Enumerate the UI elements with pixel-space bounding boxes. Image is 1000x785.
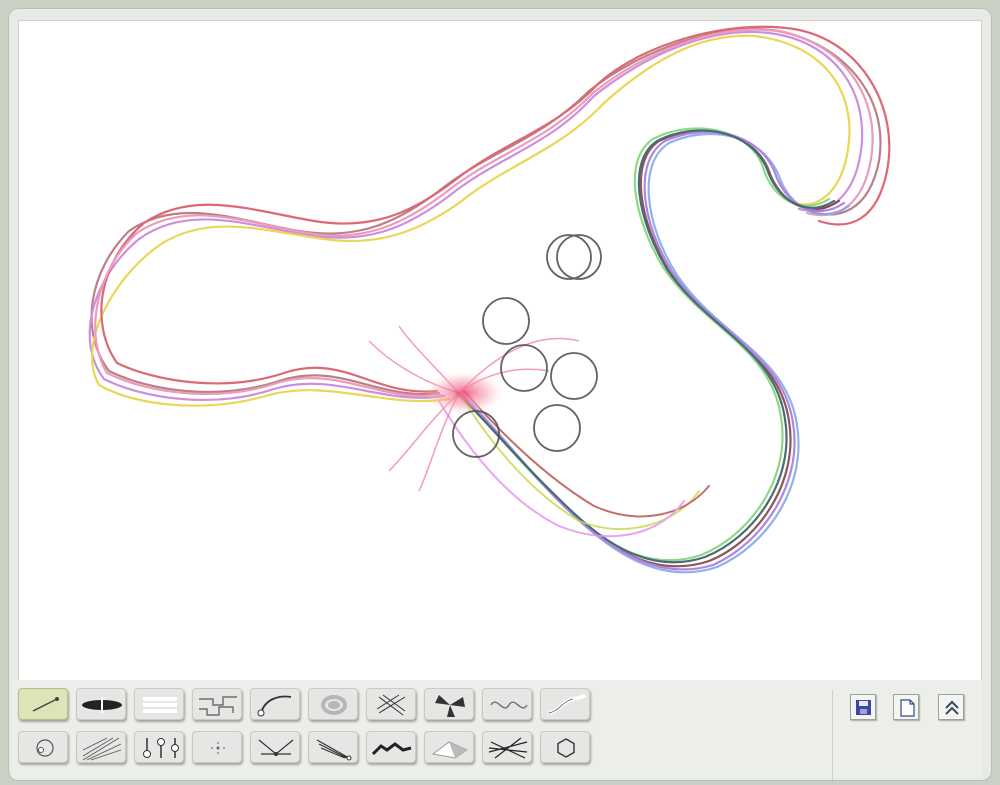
new-page-icon xyxy=(900,699,915,717)
blur-ring-icon xyxy=(321,695,347,715)
web-brush-icon xyxy=(82,737,122,761)
tool-ribbon-button[interactable] xyxy=(540,688,590,720)
tool-terrain-button[interactable] xyxy=(366,731,416,763)
rays-brush-icon xyxy=(316,739,352,761)
spiral-brush-icon xyxy=(36,739,54,757)
floppy-disk-icon xyxy=(856,700,871,715)
collapse-button[interactable] xyxy=(938,694,964,720)
circuit-icon xyxy=(199,696,237,716)
new-page-button[interactable] xyxy=(893,694,919,720)
tool-cross-hatch-button[interactable] xyxy=(366,688,416,720)
tool-fan-button[interactable] xyxy=(424,688,474,720)
tool-curve-button[interactable] xyxy=(250,688,300,720)
sliders-brush-icon xyxy=(143,738,179,758)
fan-brush-icon xyxy=(435,695,465,717)
toolbar-divider xyxy=(832,690,833,780)
shade-brush-icon xyxy=(431,741,469,759)
tool-shade-button[interactable] xyxy=(424,731,474,763)
tool-line-button[interactable] xyxy=(18,688,68,720)
tool-web-button[interactable] xyxy=(76,731,126,763)
line-brush-icon xyxy=(32,697,59,712)
terrain-brush-icon xyxy=(371,742,412,756)
canvas-strokes xyxy=(88,25,891,574)
curve-brush-icon xyxy=(257,695,292,717)
canvas-circle xyxy=(482,297,530,345)
tool-blur-ring-button[interactable] xyxy=(308,688,358,720)
wave-brush-icon xyxy=(490,701,528,709)
ellipse-brush-icon xyxy=(82,697,122,713)
tool-wave-button[interactable] xyxy=(482,688,532,720)
spring-brush-icon xyxy=(258,739,294,756)
sticks-brush-icon xyxy=(488,737,528,759)
double-chevron-up-icon xyxy=(945,700,959,715)
tool-circuit-button[interactable] xyxy=(192,688,242,720)
tool-spring-button[interactable] xyxy=(250,731,300,763)
paint-blotch xyxy=(424,371,504,415)
tool-sliders-button[interactable] xyxy=(134,731,184,763)
ribbon-brush-icon xyxy=(548,693,587,715)
canvas-circle xyxy=(556,234,602,280)
dots-brush-icon xyxy=(211,742,225,754)
tool-hexagon-button[interactable] xyxy=(540,731,590,763)
tool-sticks-button[interactable] xyxy=(482,731,532,763)
parallel-lines-icon xyxy=(143,697,177,713)
tool-parallel-lines-button[interactable] xyxy=(134,688,184,720)
tool-rays-button[interactable] xyxy=(308,731,358,763)
save-button[interactable] xyxy=(850,694,876,720)
canvas-circle xyxy=(533,404,581,452)
hexagon-brush-icon xyxy=(557,738,575,758)
tool-spiral-button[interactable] xyxy=(18,731,68,763)
canvas-circle xyxy=(546,234,592,280)
tool-dots-button[interactable] xyxy=(192,731,242,763)
tool-ellipse-stroke-button[interactable] xyxy=(76,688,126,720)
canvas-circle xyxy=(500,344,548,392)
canvas-circle xyxy=(550,352,598,400)
cross-hatch-icon xyxy=(376,694,406,716)
drawing-canvas[interactable] xyxy=(18,20,982,682)
